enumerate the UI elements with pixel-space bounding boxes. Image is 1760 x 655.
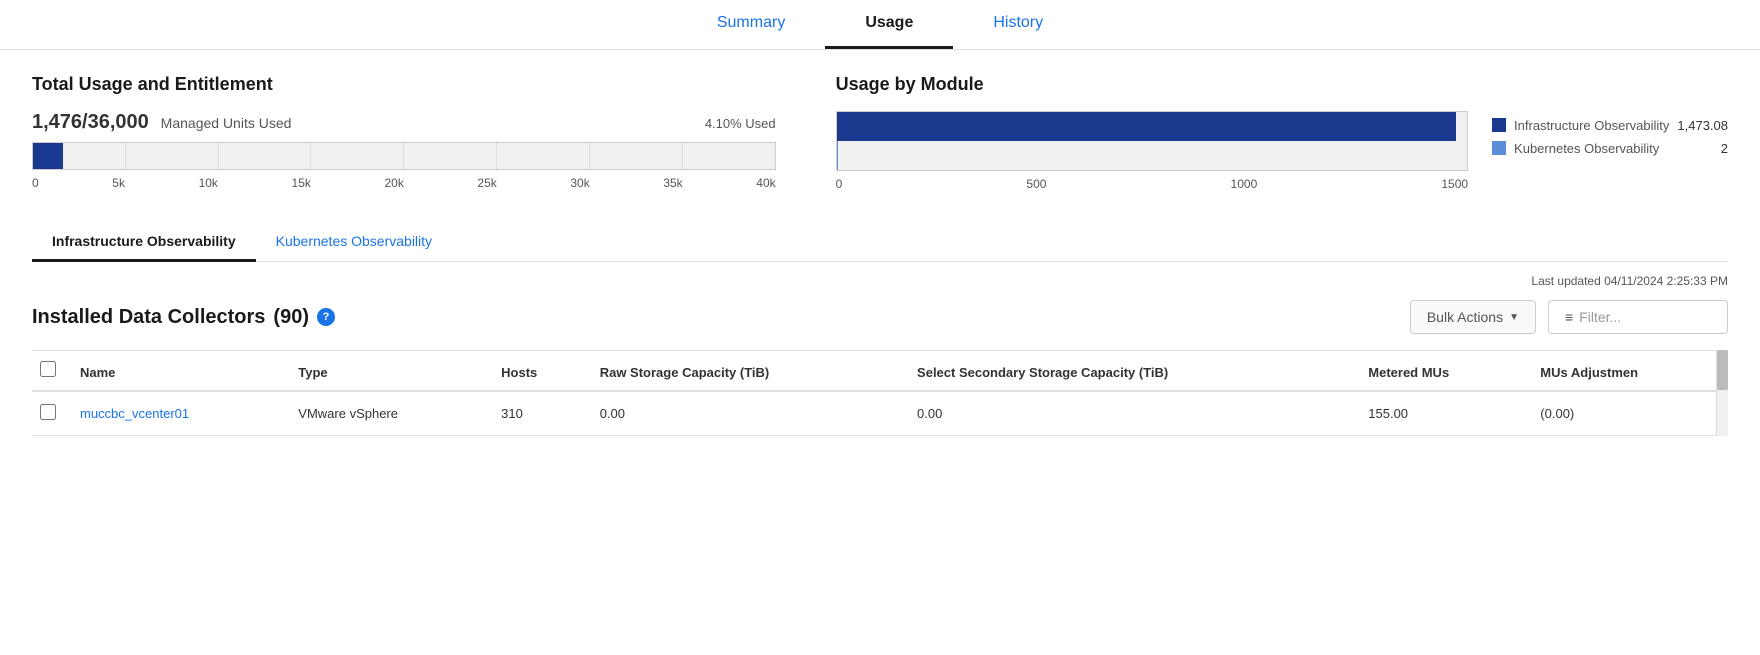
bar-label-15k: 15k — [292, 176, 311, 190]
col-raw-storage: Raw Storage Capacity (TiB) — [588, 351, 905, 392]
usage-amount-label: 1,476/36,000 Managed Units Used — [32, 111, 291, 134]
table-header-row: Name Type Hosts Raw Storage Capacity (Ti… — [32, 351, 1728, 392]
tab-history[interactable]: History — [953, 0, 1083, 49]
row-type: VMware vSphere — [286, 391, 489, 436]
tab-usage[interactable]: Usage — [825, 0, 953, 49]
col-mus-adjustment: MUs Adjustmen — [1528, 351, 1728, 392]
total-usage-bar-labels: 0 5k 10k 15k 20k 25k 30k 35k 40k — [32, 176, 776, 190]
bar-label-10k: 10k — [199, 176, 218, 190]
installed-collectors-header-left: Installed Data Collectors (90) ? — [32, 306, 335, 329]
module-legend: Infrastructure Observability 1,473.08 Ku… — [1492, 74, 1728, 191]
installed-collectors-header: Installed Data Collectors (90) ? Bulk Ac… — [32, 300, 1728, 334]
tab-k8s-observability[interactable]: Kubernetes Observability — [256, 223, 452, 262]
col-checkbox — [32, 351, 68, 392]
row-secondary-storage: 0.00 — [905, 391, 1356, 436]
module-usage-title: Usage by Module — [836, 74, 1468, 95]
tab-infra-observability[interactable]: Infrastructure Observability — [32, 223, 256, 262]
chevron-down-icon: ▼ — [1509, 312, 1519, 323]
table-scroll-area: Name Type Hosts Raw Storage Capacity (Ti… — [32, 350, 1728, 436]
usage-percent: 4.10% Used — [705, 116, 776, 131]
module-chart-area: Usage by Module 0 500 1000 1500 — [836, 74, 1468, 191]
bar-label-0: 0 — [32, 176, 39, 190]
grid-cell-5 — [404, 143, 497, 169]
bar-label-35k: 35k — [663, 176, 682, 190]
module-label-1000: 1000 — [1231, 177, 1258, 191]
grid-cell-6 — [497, 143, 590, 169]
bar-label-20k: 20k — [384, 176, 403, 190]
row-metered-mus: 155.00 — [1356, 391, 1528, 436]
col-name: Name — [68, 351, 286, 392]
module-bar-fill-infra — [837, 112, 1456, 141]
module-usage-section: Usage by Module 0 500 1000 1500 Infrastr… — [836, 74, 1728, 191]
usage-label-text: Managed Units Used — [161, 115, 292, 131]
table-body: muccbc_vcenter01 VMware vSphere 310 0.00… — [32, 391, 1728, 436]
sub-tabs: Infrastructure Observability Kubernetes … — [32, 223, 1728, 262]
usage-amount: 1,476/36,000 — [32, 111, 149, 133]
installed-collectors-header-right: Bulk Actions ▼ ≡ Filter... — [1410, 300, 1728, 334]
legend-value-infra: 1,473.08 — [1677, 118, 1728, 133]
total-usage-section: Total Usage and Entitlement 1,476/36,000… — [32, 74, 776, 191]
total-usage-bar-grid — [33, 143, 775, 169]
legend-color-infra — [1492, 118, 1506, 132]
module-label-500: 500 — [1026, 177, 1046, 191]
bar-label-5k: 5k — [112, 176, 125, 190]
legend-label-infra: Infrastructure Observability — [1514, 118, 1669, 133]
grid-cell-4 — [311, 143, 404, 169]
grid-cell-2 — [126, 143, 219, 169]
module-label-0: 0 — [836, 177, 843, 191]
row-checkbox[interactable] — [40, 404, 56, 420]
col-metered-mus: Metered MUs — [1356, 351, 1528, 392]
help-icon[interactable]: ? — [317, 308, 335, 326]
filter-placeholder: Filter... — [1579, 309, 1621, 325]
module-usage-bar — [836, 111, 1468, 171]
module-bar-labels: 0 500 1000 1500 — [836, 177, 1468, 191]
bulk-actions-label: Bulk Actions — [1427, 309, 1503, 325]
module-label-1500: 1500 — [1441, 177, 1468, 191]
legend-color-k8s — [1492, 141, 1506, 155]
row-hosts: 310 — [489, 391, 588, 436]
legend-label-k8s: Kubernetes Observability — [1514, 141, 1713, 156]
module-bar-fill-k8s — [837, 141, 838, 170]
col-type: Type — [286, 351, 489, 392]
total-usage-bar — [32, 142, 776, 170]
collectors-table: Name Type Hosts Raw Storage Capacity (Ti… — [32, 350, 1728, 436]
table-row: muccbc_vcenter01 VMware vSphere 310 0.00… — [32, 391, 1728, 436]
col-secondary-storage: Select Secondary Storage Capacity (TiB) — [905, 351, 1356, 392]
grid-cell-3 — [219, 143, 312, 169]
tab-summary[interactable]: Summary — [677, 0, 825, 49]
scroll-thumb[interactable] — [1717, 350, 1728, 390]
filter-input-container[interactable]: ≡ Filter... — [1548, 300, 1728, 334]
grid-cell-1 — [33, 143, 126, 169]
col-hosts: Hosts — [489, 351, 588, 392]
bulk-actions-button[interactable]: Bulk Actions ▼ — [1410, 300, 1536, 334]
row-mus-adjustment: (0.00) — [1528, 391, 1728, 436]
main-content: Total Usage and Entitlement 1,476/36,000… — [0, 50, 1760, 460]
bar-label-40k: 40k — [756, 176, 775, 190]
legend-item-infra: Infrastructure Observability 1,473.08 — [1492, 118, 1728, 133]
top-navigation: Summary Usage History — [0, 0, 1760, 50]
grid-cell-8 — [683, 143, 775, 169]
grid-cell-7 — [590, 143, 683, 169]
row-raw-storage: 0.00 — [588, 391, 905, 436]
installed-collectors-count: (90) — [273, 306, 309, 329]
last-updated: Last updated 04/11/2024 2:25:33 PM — [32, 274, 1728, 288]
filter-icon: ≡ — [1565, 309, 1573, 325]
bar-label-30k: 30k — [570, 176, 589, 190]
row-name[interactable]: muccbc_vcenter01 — [68, 391, 286, 436]
installed-collectors-title: Installed Data Collectors — [32, 306, 265, 329]
table-scrollbar[interactable] — [1716, 350, 1728, 436]
total-usage-title: Total Usage and Entitlement — [32, 74, 776, 95]
legend-item-k8s: Kubernetes Observability 2 — [1492, 141, 1728, 156]
usage-header: 1,476/36,000 Managed Units Used 4.10% Us… — [32, 111, 776, 134]
row-checkbox-cell — [32, 391, 68, 436]
select-all-checkbox[interactable] — [40, 361, 56, 377]
charts-row: Total Usage and Entitlement 1,476/36,000… — [32, 74, 1728, 191]
bar-label-25k: 25k — [477, 176, 496, 190]
legend-value-k8s: 2 — [1721, 141, 1728, 156]
table-header: Name Type Hosts Raw Storage Capacity (Ti… — [32, 351, 1728, 392]
